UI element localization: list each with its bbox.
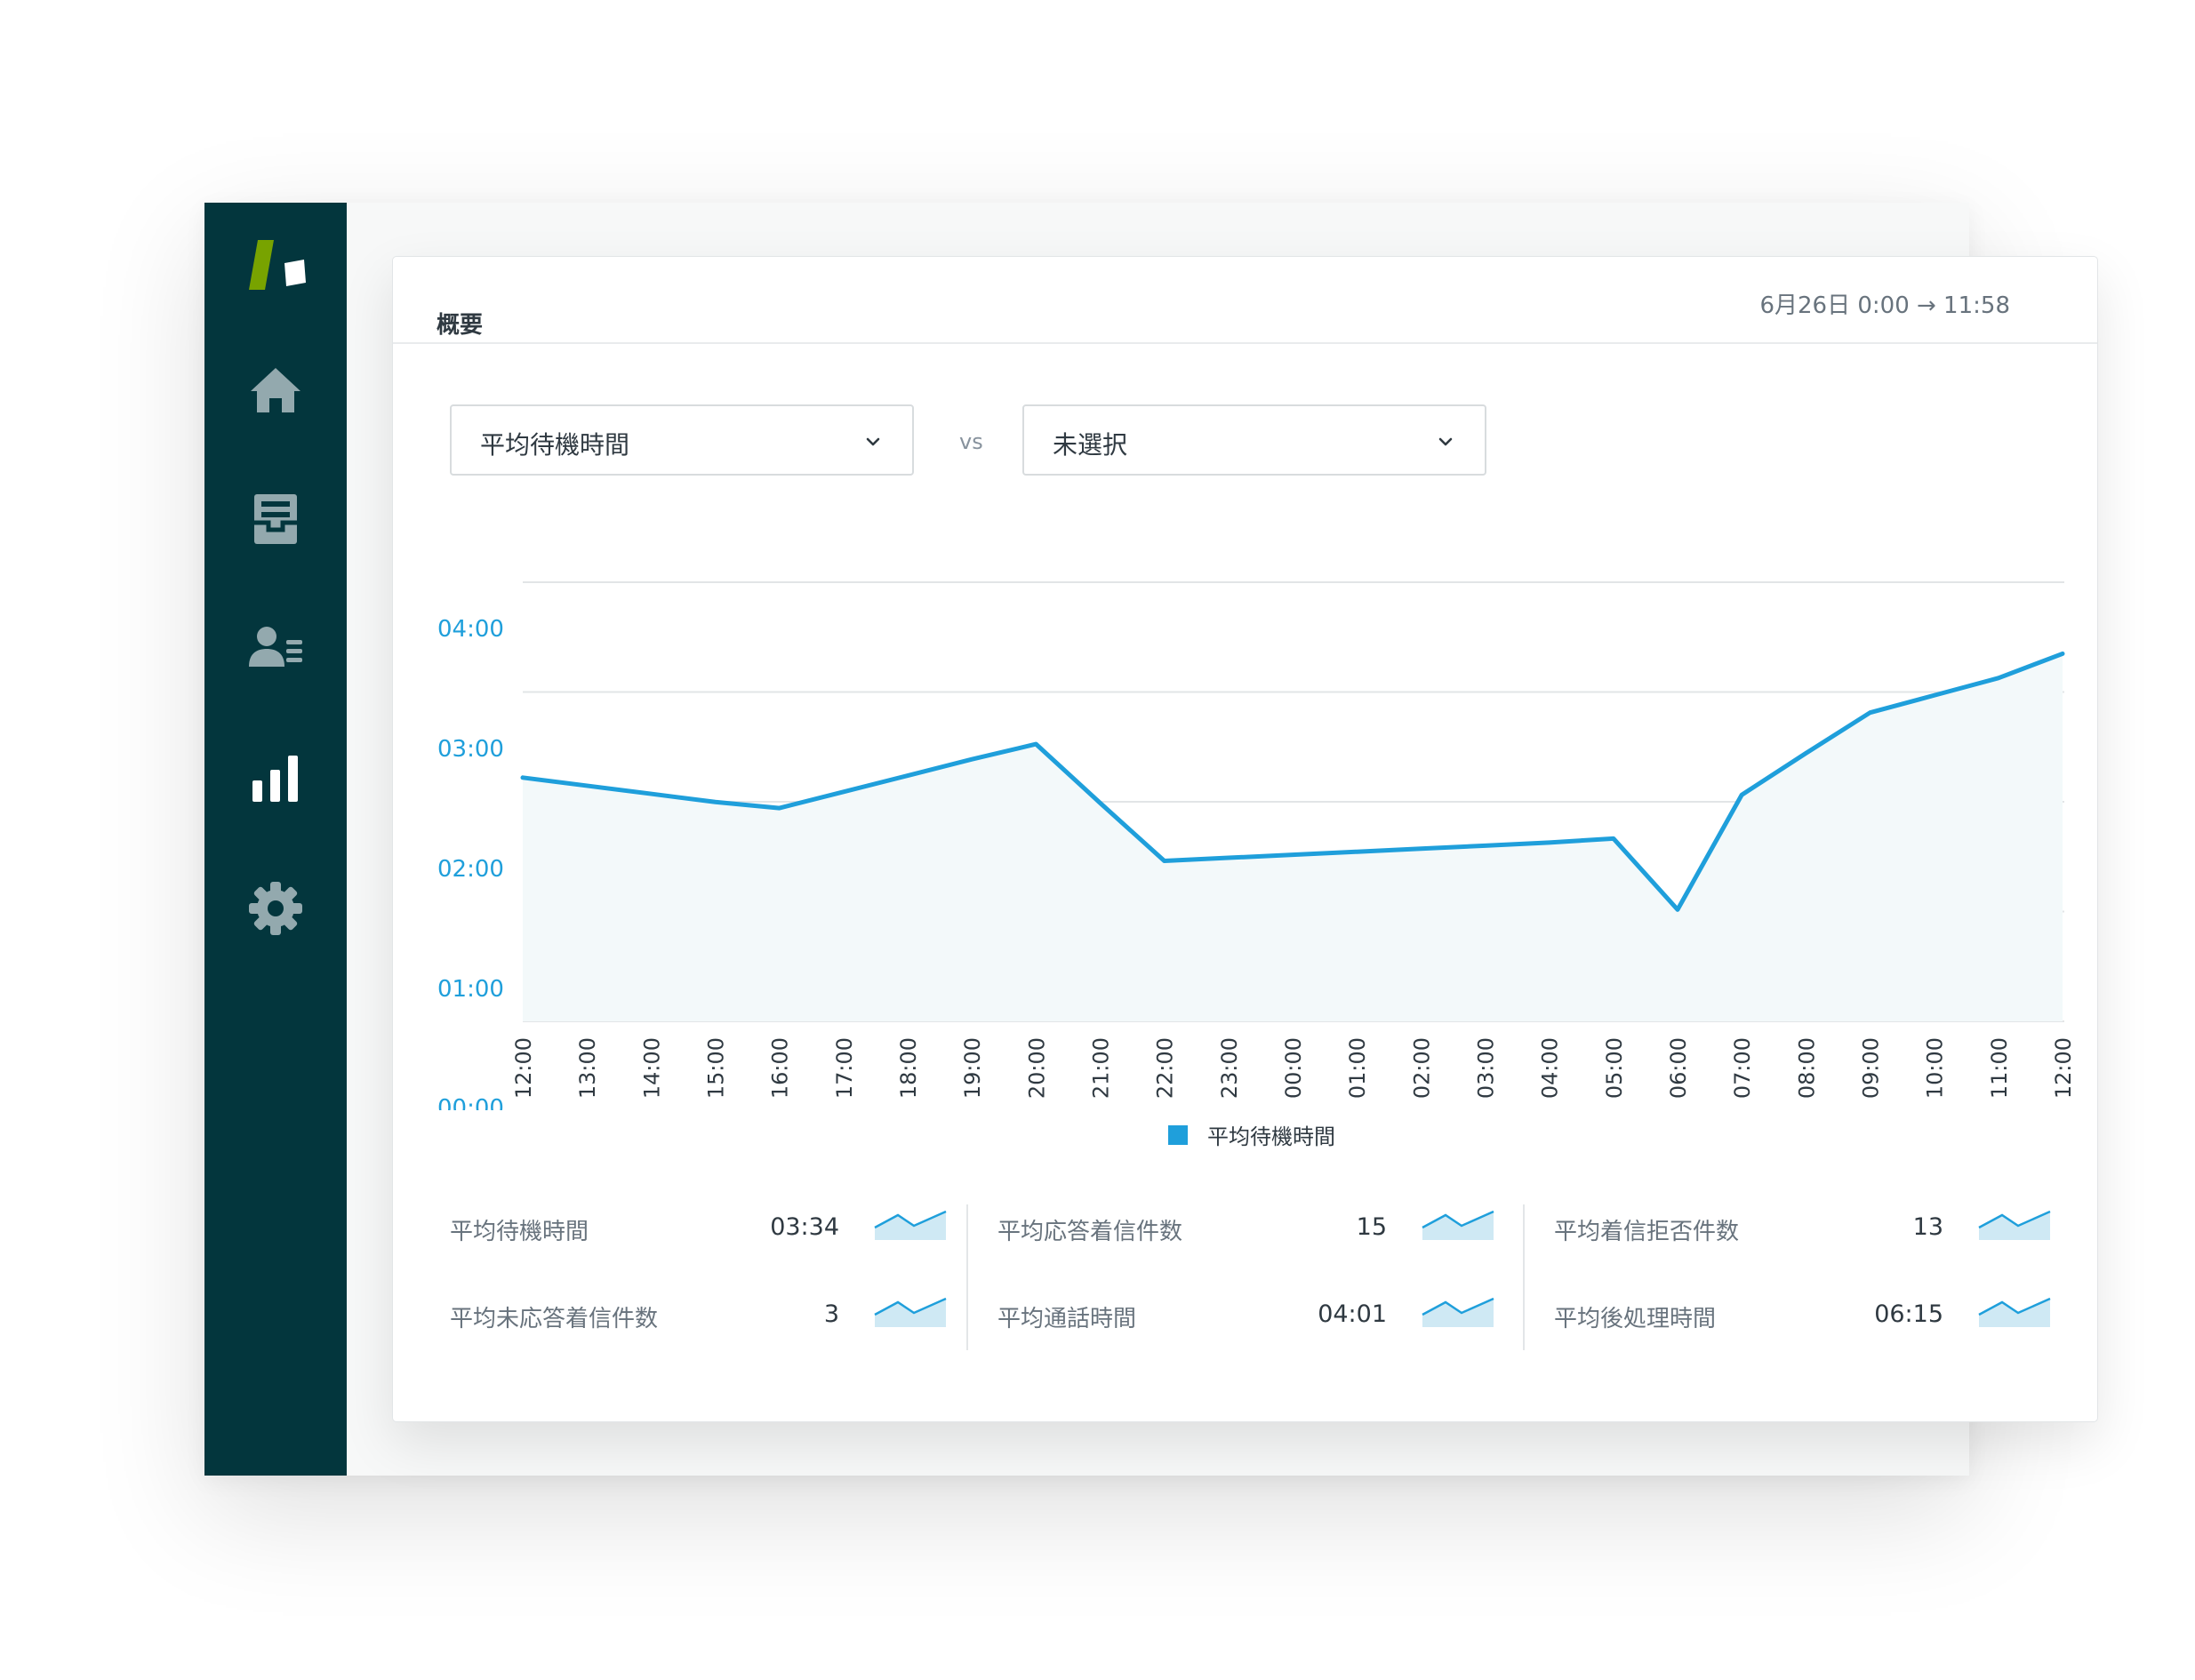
- date-range[interactable]: 6月26日 0:00 → 11:58: [1759, 287, 2010, 320]
- metric-row[interactable]: 平均通話時間 04:01: [997, 1290, 1495, 1343]
- inbox-icon: [254, 494, 297, 544]
- x-tick-label: 07:00: [1730, 1037, 1755, 1099]
- metric-value: 13: [1912, 1213, 1943, 1241]
- card-title: 概要: [437, 312, 484, 339]
- chart-legend: 平均待機時間: [1168, 1119, 1335, 1150]
- y-tick-label: 01:00: [437, 976, 504, 1003]
- home-icon: [251, 368, 300, 412]
- sparkline-icon: [1422, 1210, 1494, 1240]
- chevron-down-icon: [866, 437, 880, 446]
- metrics-column-2: 平均応答着信件数 15 平均通話時間 04:01: [997, 1203, 1495, 1345]
- metric-select-primary-value: 平均待機時間: [480, 430, 630, 460]
- metric-select-primary[interactable]: 平均待機時間: [450, 404, 914, 476]
- zendesk-logo[interactable]: [247, 238, 309, 292]
- metric-row[interactable]: 平均未応答着信件数 3: [450, 1290, 948, 1343]
- nav-views[interactable]: [240, 484, 311, 555]
- y-tick-label: 03:00: [437, 736, 504, 763]
- x-tick-label: 03:00: [1474, 1037, 1499, 1099]
- x-tick-label: 19:00: [960, 1037, 985, 1099]
- x-tick-label: 15:00: [704, 1037, 729, 1099]
- nav-customers[interactable]: [240, 613, 311, 684]
- y-tick-label: 00:00: [437, 1095, 504, 1110]
- metrics-column-3: 平均着信拒否件数 13 平均後処理時間 06:15: [1554, 1203, 2052, 1345]
- x-tick-label: 10:00: [1923, 1037, 1948, 1099]
- x-tick-label: 16:00: [768, 1037, 793, 1099]
- metric-value: 15: [1356, 1213, 1387, 1241]
- metric-row[interactable]: 平均待機時間 03:34: [450, 1203, 948, 1256]
- x-tick-label: 00:00: [1281, 1037, 1306, 1099]
- x-tick-label: 22:00: [1153, 1037, 1178, 1099]
- x-tick-label: 17:00: [832, 1037, 857, 1099]
- x-tick-label: 04:00: [1538, 1037, 1563, 1099]
- y-tick-label: 02:00: [437, 856, 504, 883]
- x-tick-label: 20:00: [1024, 1037, 1049, 1099]
- metric-select-compare-value: 未選択: [1053, 430, 1128, 460]
- vs-label: vs: [959, 429, 983, 454]
- chevron-down-icon: [1438, 437, 1453, 446]
- sparkline-icon: [874, 1210, 947, 1240]
- legend-swatch: [1168, 1124, 1188, 1145]
- y-tick-label: 04:00: [437, 616, 504, 643]
- x-tick-label: 06:00: [1666, 1037, 1691, 1099]
- metric-row[interactable]: 平均応答着信件数 15: [997, 1203, 1495, 1256]
- metrics-divider: [1523, 1204, 1525, 1350]
- metric-label: 平均応答着信件数: [997, 1219, 1183, 1245]
- sparkline-icon: [1978, 1297, 2051, 1327]
- x-tick-label: 13:00: [575, 1037, 600, 1099]
- metric-label: 平均未応答着信件数: [450, 1306, 659, 1332]
- overview-card: 概要 6月26日 0:00 → 11:58 平均待機時間 vs 未選択 00:0…: [392, 256, 2098, 1422]
- metric-select-compare[interactable]: 未選択: [1022, 404, 1486, 476]
- legend-label: 平均待機時間: [1207, 1124, 1335, 1149]
- x-tick-label: 02:00: [1409, 1037, 1434, 1099]
- metrics-divider: [966, 1204, 968, 1350]
- metric-value: 03:34: [770, 1213, 839, 1241]
- contacts-icon: [249, 627, 302, 667]
- nav-reporting[interactable]: [240, 743, 311, 814]
- reporting-icon: [252, 756, 298, 802]
- sparkline-icon: [874, 1297, 947, 1327]
- series-area: [523, 653, 2063, 1021]
- metric-label: 平均着信拒否件数: [1554, 1219, 1740, 1245]
- x-tick-label: 21:00: [1089, 1037, 1114, 1099]
- metric-label: 平均通話時間: [997, 1306, 1137, 1332]
- sparkline-icon: [1422, 1297, 1494, 1327]
- metrics-column-1: 平均待機時間 03:34 平均未応答着信件数 3: [450, 1203, 948, 1345]
- x-tick-label: 01:00: [1345, 1037, 1370, 1099]
- metric-row[interactable]: 平均後処理時間 06:15: [1554, 1290, 2052, 1343]
- x-tick-label: 12:00: [2051, 1037, 2076, 1099]
- sidebar: [204, 203, 347, 1476]
- x-tick-label: 05:00: [1602, 1037, 1627, 1099]
- sparkline-icon: [1978, 1210, 2051, 1240]
- metric-label: 平均待機時間: [450, 1219, 589, 1245]
- x-tick-label: 08:00: [1794, 1037, 1819, 1099]
- metric-row[interactable]: 平均着信拒否件数 13: [1554, 1203, 2052, 1256]
- nav-admin[interactable]: [240, 873, 311, 944]
- x-tick-label: 09:00: [1859, 1037, 1884, 1099]
- metric-label: 平均後処理時間: [1554, 1306, 1717, 1332]
- x-tick-label: 11:00: [1987, 1037, 2012, 1099]
- x-tick-label: 14:00: [639, 1037, 664, 1099]
- x-tick-label: 18:00: [896, 1037, 921, 1099]
- card-header: 概要 6月26日 0:00 → 11:58: [393, 257, 2097, 344]
- metric-value: 04:01: [1318, 1300, 1387, 1328]
- nav-home[interactable]: [240, 356, 311, 427]
- wait-time-chart: 00:00 01:00 02:00 03:00 04:00 12:00 13:00 14:00…: [437, 581, 2076, 1110]
- metric-value: 06:15: [1874, 1300, 1943, 1328]
- x-tick-label: 12:00: [511, 1037, 536, 1099]
- metric-value: 3: [823, 1300, 839, 1328]
- x-tick-label: 23:00: [1217, 1037, 1242, 1099]
- gear-icon: [249, 882, 302, 935]
